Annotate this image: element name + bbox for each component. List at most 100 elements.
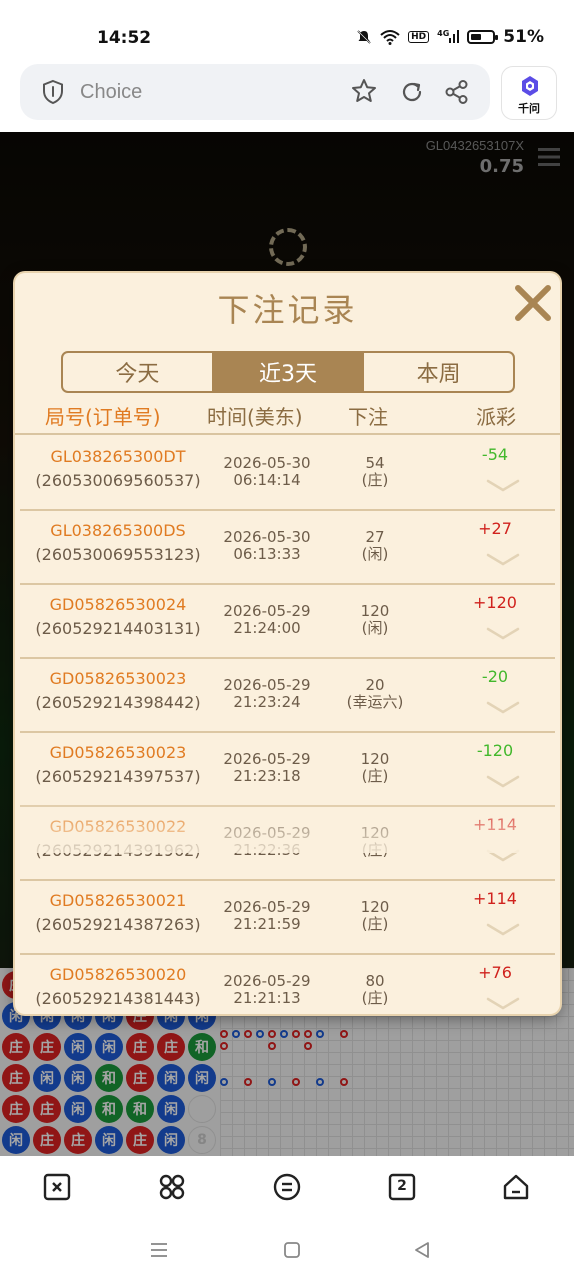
home-button-icon[interactable]: [282, 1240, 302, 1260]
bet-history-modal: 下注记录 今天 近3天 本周 局号(订单号) 时间(美东) 下注 派彩 GL03…: [15, 273, 560, 1014]
bet-type: (幸运六): [346, 693, 404, 711]
bet-amount: 54 (庄): [320, 455, 430, 489]
signal-icon: 4G: [437, 29, 460, 46]
qwen-logo-icon: [522, 76, 538, 96]
column-round: 局号(订单号): [45, 405, 161, 429]
chevron-down-icon[interactable]: [486, 849, 520, 863]
address-bar[interactable]: Choice: [20, 64, 490, 120]
tab-last-3-days[interactable]: 近3天: [213, 353, 365, 391]
round-id[interactable]: GD05826530022: [20, 817, 216, 837]
payout-value: -20: [481, 667, 509, 686]
bet-value: 27: [365, 528, 385, 546]
chevron-down-icon[interactable]: [486, 923, 520, 937]
bet-record-row[interactable]: GL038265300DS (260530069553123) 2026-05-30…: [20, 511, 555, 585]
url-text[interactable]: Choice: [80, 81, 142, 104]
date-range-tabs: 今天 近3天 本周: [61, 351, 515, 393]
column-payout: 派彩: [476, 405, 516, 429]
apps-icon[interactable]: [157, 1172, 187, 1202]
order-number: (260529214387263): [35, 915, 201, 934]
menu-circle-icon[interactable]: [272, 1172, 302, 1202]
status-bar: 14:52 HD 4G 51%: [0, 0, 574, 64]
bet-amount: 120 (庄): [320, 751, 430, 785]
payout-value: +76: [478, 963, 512, 982]
browser-toolbar: Choice 千问: [0, 64, 574, 132]
bet-value: 120: [360, 750, 390, 768]
bookmark-star-icon[interactable]: [350, 77, 378, 105]
bet-record-row[interactable]: GD05826530020 (260529214381443) 2026-05-29…: [20, 955, 555, 1012]
bet-value: 20: [365, 676, 385, 694]
bet-value: 120: [360, 824, 390, 842]
chevron-down-icon[interactable]: [486, 701, 520, 715]
tab-this-week[interactable]: 本周: [364, 353, 513, 391]
bet-amount: 120 (闲): [320, 603, 430, 637]
mute-icon: [357, 30, 371, 44]
order-number: (260529214398442): [35, 693, 201, 712]
battery-icon: [467, 30, 499, 44]
payout-value: +120: [473, 593, 517, 612]
qwen-assistant-button[interactable]: 千问: [501, 66, 557, 120]
chevron-down-icon[interactable]: [486, 553, 520, 567]
bet-type: (庄): [361, 915, 389, 933]
round-id[interactable]: GD05826530023: [20, 743, 216, 763]
clock: 14:52: [97, 28, 152, 48]
modal-title: 下注记录: [217, 291, 358, 329]
bet-value: 120: [360, 602, 390, 620]
bet-value: 120: [360, 898, 390, 916]
hd-badge: HD: [408, 31, 430, 43]
payout-value: +27: [478, 519, 512, 538]
recents-icon[interactable]: [149, 1240, 169, 1260]
order-number: (260529214403131): [35, 619, 201, 638]
order-number: (260529214397537): [35, 767, 201, 786]
round-id[interactable]: GD05826530023: [20, 669, 216, 689]
reload-icon[interactable]: [398, 78, 426, 106]
shield-icon[interactable]: [42, 79, 64, 105]
order-number: (260530069560537): [35, 471, 201, 490]
payout-value: +114: [473, 889, 517, 908]
bet-record-row[interactable]: GD05826530023 (260529214397537) 2026-05-29…: [20, 733, 555, 807]
tab-count: 2: [397, 1178, 407, 1194]
wifi-icon: [380, 30, 400, 45]
order-number: (260529214391962): [35, 841, 201, 860]
round-id[interactable]: GD05826530024: [20, 595, 216, 615]
bet-type: (庄): [361, 989, 389, 1007]
order-number: (260530069553123): [35, 545, 201, 564]
bet-type: (庄): [361, 767, 389, 785]
bet-type: (庄): [361, 471, 389, 489]
qwen-label: 千问: [518, 102, 540, 115]
chevron-down-icon[interactable]: [486, 997, 520, 1011]
chevron-down-icon[interactable]: [486, 479, 520, 493]
bet-record-row[interactable]: GD05826530022 (260529214391962) 2026-05-29…: [20, 807, 555, 881]
bet-amount: 27 (闲): [320, 529, 430, 563]
tab-today[interactable]: 今天: [63, 353, 214, 391]
round-id[interactable]: GL038265300DS: [20, 521, 216, 541]
bet-type: (闲): [361, 619, 389, 637]
round-id[interactable]: GD05826530021: [20, 891, 216, 911]
bet-record-row[interactable]: GL038265300DT (260530069560537) 2026-05-30…: [20, 437, 555, 511]
payout-value: -120: [476, 741, 514, 760]
battery-percent: 51%: [503, 27, 544, 47]
bet-records-list[interactable]: GL038265300DT (260530069560537) 2026-05-30…: [15, 437, 560, 1012]
chevron-down-icon[interactable]: [486, 775, 520, 789]
back-icon[interactable]: [412, 1240, 432, 1260]
bet-amount: 80 (庄): [320, 973, 430, 1007]
column-bet: 下注: [348, 405, 388, 429]
chevron-down-icon[interactable]: [486, 627, 520, 641]
share-icon[interactable]: [444, 79, 470, 105]
bet-amount: 120 (庄): [320, 825, 430, 859]
bet-record-row[interactable]: GD05826530023 (260529214398442) 2026-05-29…: [20, 659, 555, 733]
close-tab-icon[interactable]: [42, 1172, 72, 1202]
round-id[interactable]: GL038265300DT: [20, 447, 216, 467]
round-id[interactable]: GD05826530020: [20, 965, 216, 985]
column-time: 时间(美东): [207, 405, 303, 429]
battery-level: [471, 34, 482, 40]
close-icon[interactable]: [512, 282, 554, 324]
tabs-icon[interactable]: 2: [387, 1172, 417, 1202]
bet-type: (庄): [361, 841, 389, 859]
payout-value: +114: [473, 815, 517, 834]
bet-record-row[interactable]: GD05826530021 (260529214387263) 2026-05-29…: [20, 881, 555, 955]
bet-type: (闲): [361, 545, 389, 563]
system-navigation-bar: [0, 1220, 574, 1280]
home-icon[interactable]: [501, 1172, 531, 1202]
bet-record-row[interactable]: GD05826530024 (260529214403131) 2026-05-29…: [20, 585, 555, 659]
browser-bottom-nav: 2: [0, 1156, 574, 1220]
